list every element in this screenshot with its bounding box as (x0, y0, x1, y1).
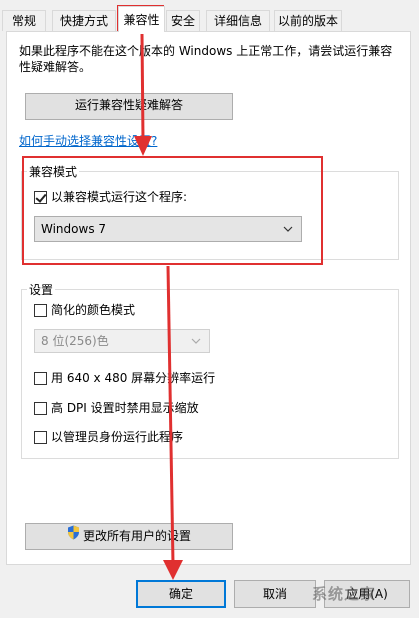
tab-strip: 常规 快捷方式 兼容性 安全 详细信息 以前的版本 (0, 0, 419, 32)
compatibility-panel: 如果此程序不能在这个版本的 Windows 上正常工作，请尝试运行兼容性疑难解答… (6, 31, 411, 565)
tab-general[interactable]: 常规 (2, 10, 46, 31)
shield-icon (67, 524, 80, 549)
res-640-checkbox[interactable] (34, 372, 47, 385)
run-as-admin-label: 以管理员身份运行此程序 (51, 430, 184, 444)
chevron-down-icon (191, 330, 201, 359)
res-640-label: 用 640 x 480 屏幕分辨率运行 (51, 371, 216, 385)
color-depth-select[interactable]: 8 位(256)色 (34, 329, 210, 353)
os-select[interactable]: Windows 7 (34, 216, 302, 242)
ok-button[interactable]: 确定 (136, 580, 226, 608)
high-dpi-label: 高 DPI 设置时禁用显示缩放 (51, 401, 199, 415)
troubleshoot-button[interactable]: 运行兼容性疑难解答 (25, 93, 233, 120)
watermark-text: 系统之家 (312, 585, 377, 603)
run-as-admin-checkbox[interactable] (34, 431, 47, 444)
os-select-value: Windows 7 (41, 222, 107, 236)
compat-mode-label: 以兼容模式运行这个程序: (51, 190, 188, 204)
change-all-users-button[interactable]: 更改所有用户的设置 (25, 523, 233, 550)
intro-text: 如果此程序不能在这个版本的 Windows 上正常工作，请尝试运行兼容性疑难解答… (19, 44, 393, 74)
color-depth-value: 8 位(256)色 (41, 334, 109, 348)
tab-compatibility[interactable]: 兼容性 (118, 6, 165, 32)
high-dpi-checkbox[interactable] (34, 402, 47, 415)
cancel-button[interactable]: 取消 (234, 580, 316, 608)
reduced-color-label: 简化的颜色模式 (51, 303, 136, 317)
change-all-users-label: 更改所有用户的设置 (82, 529, 191, 543)
compat-mode-checkbox[interactable] (34, 191, 47, 204)
settings-title: 设置 (27, 283, 56, 297)
chevron-down-icon (283, 217, 293, 249)
reduced-color-checkbox[interactable] (34, 304, 47, 317)
tab-previous-versions[interactable]: 以前的版本 (274, 10, 342, 31)
compat-mode-title: 兼容模式 (27, 165, 80, 179)
tab-details[interactable]: 详细信息 (206, 10, 270, 31)
tab-shortcut[interactable]: 快捷方式 (52, 10, 116, 31)
manual-settings-link[interactable]: 如何手动选择兼容性设置? (19, 133, 157, 149)
tab-security[interactable]: 安全 (166, 10, 200, 31)
